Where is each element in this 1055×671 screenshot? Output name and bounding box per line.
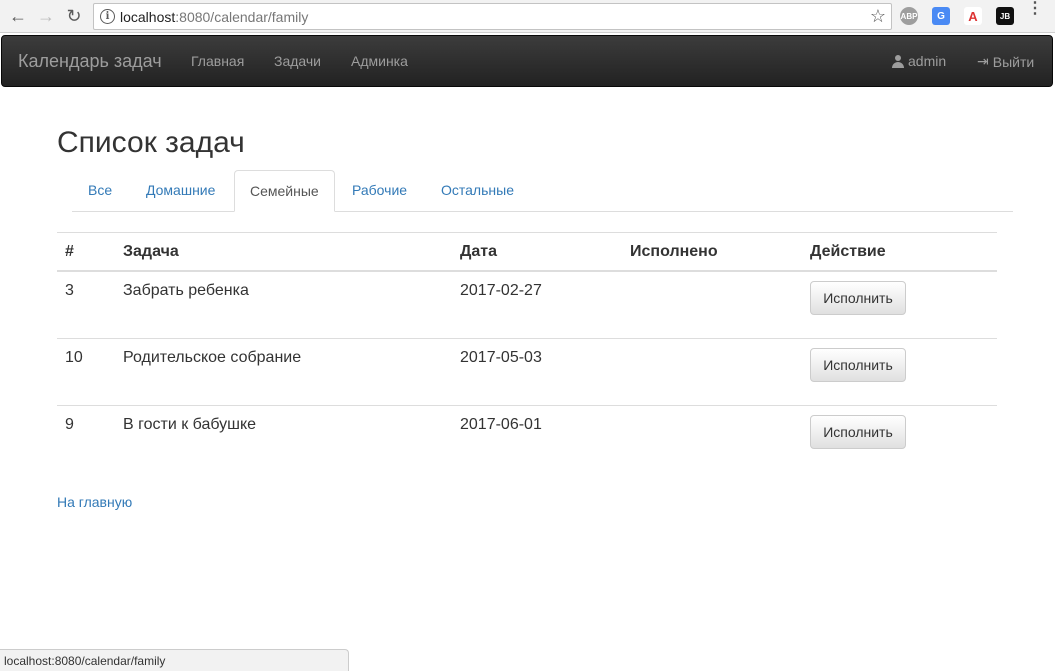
browser-toolbar: ← → ↻ i localhost:8080/calendar/family ☆…	[0, 0, 1055, 33]
cell-id: 3	[65, 282, 74, 299]
cell-task: Родительское собрание	[123, 349, 302, 366]
header-action: Действие	[810, 243, 886, 260]
brand-link[interactable]: Календарь задач	[18, 51, 162, 72]
complete-button[interactable]: Исполнить	[810, 415, 906, 449]
header-date: Дата	[460, 243, 498, 260]
table-header: # Задача Дата Исполнено Действие	[57, 233, 997, 272]
logout-label: Выйти	[992, 53, 1035, 70]
angular-extension-icon[interactable]: A	[964, 7, 982, 25]
home-link[interactable]: На главную	[57, 494, 132, 510]
url-text: localhost:8080/calendar/family	[120, 9, 309, 25]
complete-button[interactable]: Исполнить	[810, 281, 906, 315]
adblock-extension-icon[interactable]: ABP	[900, 7, 918, 25]
user-name: admin	[908, 53, 947, 69]
table-row: 9 В гости к бабушке 2017-06-01 Исполнить	[57, 406, 997, 473]
nav-link-home[interactable]: Главная	[191, 53, 244, 69]
info-icon[interactable]: i	[100, 9, 115, 24]
cell-date: 2017-05-03	[460, 349, 542, 366]
back-icon[interactable]: ←	[6, 5, 30, 27]
user-link[interactable]: admin	[892, 53, 946, 69]
kebab-menu-icon[interactable]: ⋮	[1027, 1, 1043, 17]
cell-date: 2017-06-01	[460, 416, 542, 433]
tab-home[interactable]: Домашние	[131, 170, 230, 212]
jetbrains-extension-icon[interactable]: JB	[996, 7, 1014, 25]
nav-link-admin[interactable]: Админка	[351, 53, 408, 69]
cell-task: Забрать ребенка	[123, 282, 249, 299]
table-row: 10 Родительское собрание 2017-05-03 Испо…	[57, 339, 997, 406]
tab-other[interactable]: Остальные	[426, 170, 529, 212]
tab-family[interactable]: Семейные	[234, 170, 335, 212]
cell-date: 2017-02-27	[460, 282, 542, 299]
tab-work[interactable]: Рабочие	[337, 170, 422, 212]
logout-icon: ⇥	[977, 53, 989, 69]
cell-id: 10	[65, 349, 83, 366]
complete-button[interactable]: Исполнить	[810, 348, 906, 382]
category-tabs: Все Домашние Семейные Рабочие Остальные	[72, 170, 1013, 212]
page-title: Список задач	[57, 126, 245, 159]
forward-icon[interactable]: →	[34, 5, 58, 27]
translate-extension-icon[interactable]: G	[932, 7, 950, 25]
user-icon	[892, 54, 904, 68]
header-done: Исполнено	[630, 243, 718, 260]
nav-link-tasks[interactable]: Задачи	[274, 53, 321, 69]
app-navbar: Календарь задач Главная Задачи Админка a…	[1, 35, 1053, 87]
header-id: #	[65, 243, 74, 260]
table-row: 3 Забрать ребенка 2017-02-27 Исполнить	[57, 272, 997, 339]
header-task: Задача	[123, 243, 179, 260]
logout-link[interactable]: ⇥ Выйти	[977, 53, 1034, 70]
address-bar[interactable]: i localhost:8080/calendar/family ☆	[93, 3, 892, 30]
cell-task: В гости к бабушке	[123, 416, 257, 433]
tasks-table: # Задача Дата Исполнено Действие 3 Забра…	[57, 232, 997, 473]
reload-icon[interactable]: ↻	[62, 5, 86, 27]
tab-all[interactable]: Все	[73, 170, 127, 212]
cell-id: 9	[65, 416, 74, 433]
status-bar: localhost:8080/calendar/family	[0, 649, 349, 671]
bookmark-star-icon[interactable]: ☆	[870, 6, 886, 27]
